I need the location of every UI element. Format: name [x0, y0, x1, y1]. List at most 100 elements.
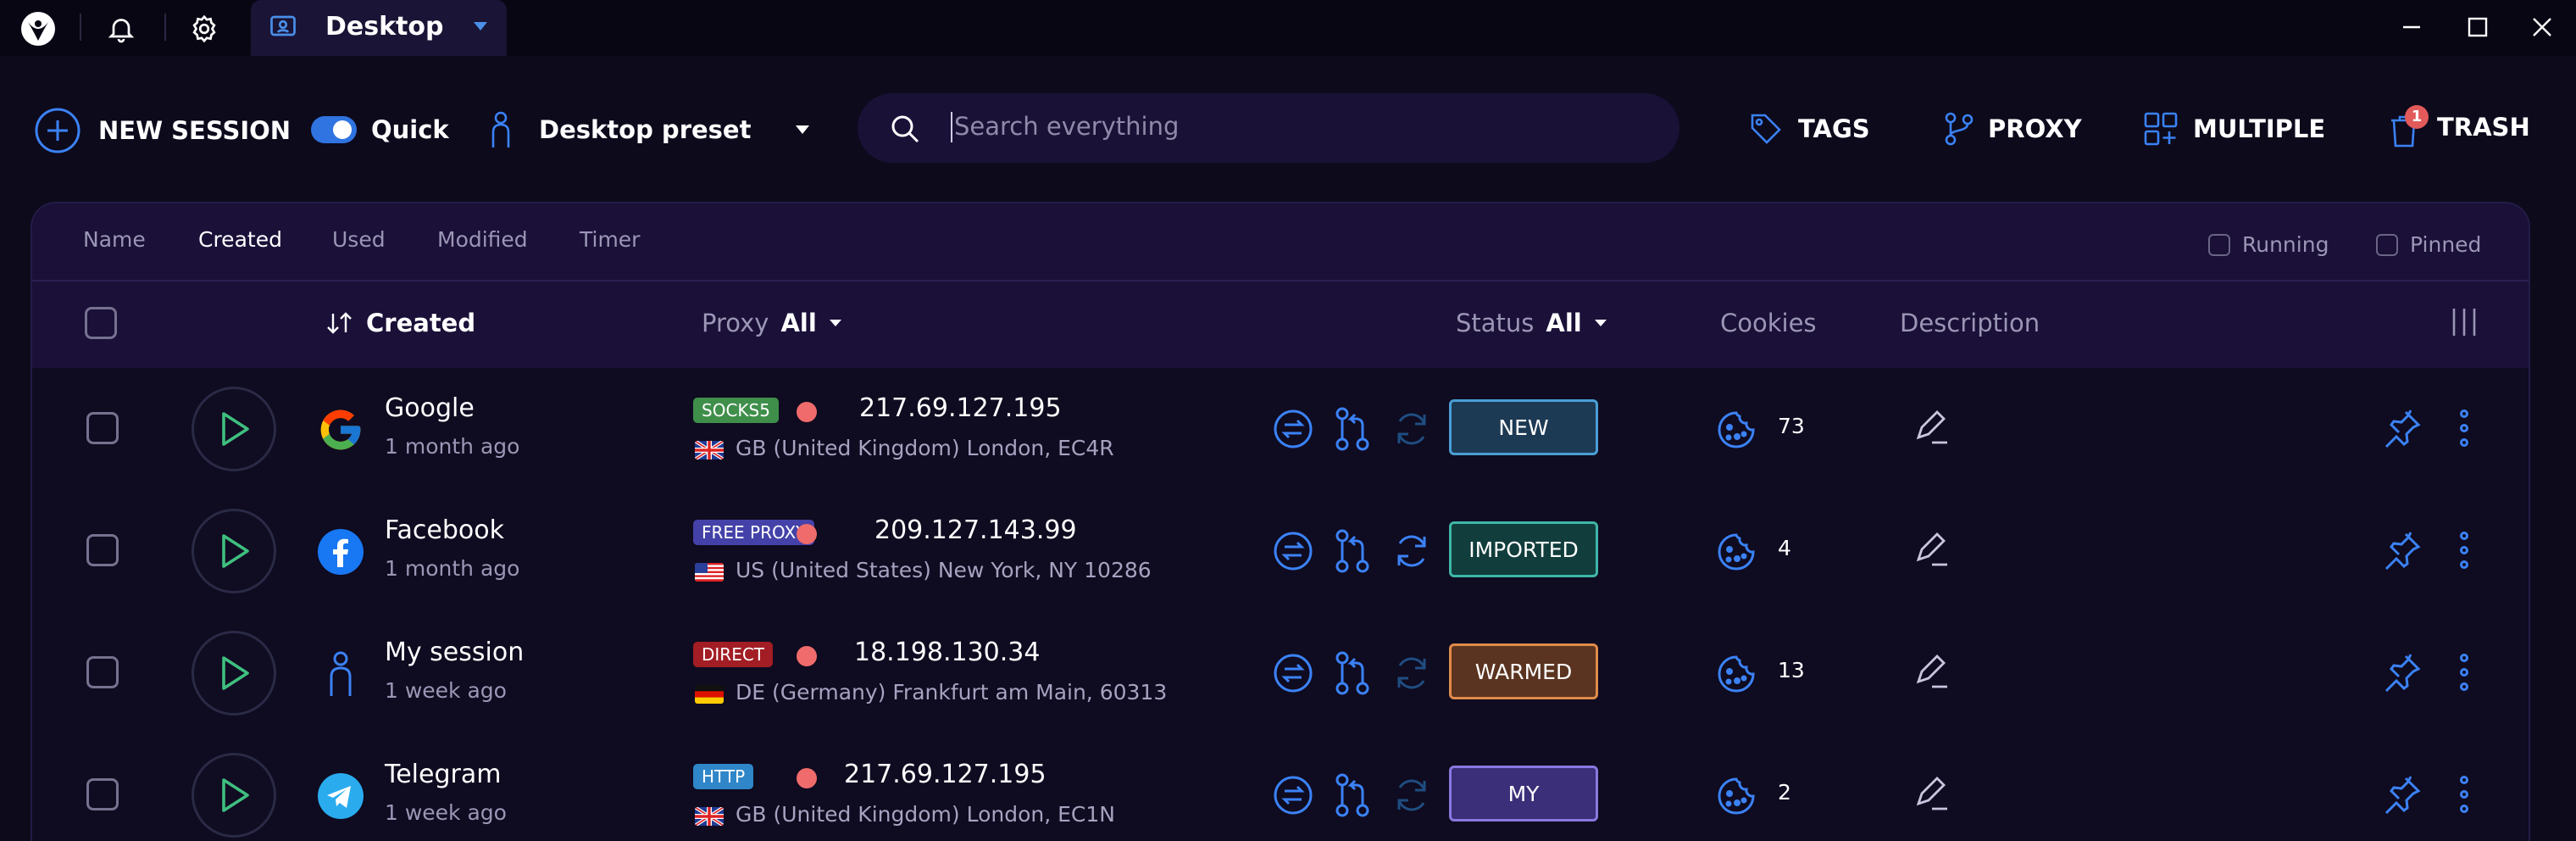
maximize-icon[interactable]: [2452, 7, 2503, 47]
cookie-count: 73: [1778, 414, 1805, 438]
status-badge[interactable]: IMPORTED: [1449, 521, 1598, 577]
row-checkbox[interactable]: [86, 778, 119, 810]
row-checkbox[interactable]: [86, 656, 119, 688]
search-input[interactable]: Search everything: [954, 112, 1179, 141]
pinned-checkbox[interactable]: [2376, 233, 2398, 256]
status-badge[interactable]: NEW: [1449, 399, 1598, 455]
refresh-icon[interactable]: [1388, 405, 1435, 453]
more-options-icon[interactable]: [2457, 653, 2471, 692]
gear-icon[interactable]: [183, 8, 225, 50]
swap-proxy-icon[interactable]: [1269, 527, 1317, 575]
refresh-icon[interactable]: [1388, 527, 1435, 575]
toggle-switch[interactable]: [310, 115, 358, 144]
status-column-header[interactable]: Status All: [1456, 309, 1607, 337]
google-logo-icon: [317, 406, 364, 454]
proxy-branch-icon[interactable]: [1329, 771, 1376, 819]
proxy-ip[interactable]: 209.127.143.99: [874, 515, 1077, 545]
table-row[interactable]: Facebook 1 month ago FREE PROXY 209.127.…: [32, 490, 2529, 612]
bell-icon[interactable]: [100, 8, 142, 50]
search-bar[interactable]: Search everything: [858, 93, 1679, 163]
sort-name[interactable]: Name: [83, 227, 146, 252]
play-button[interactable]: [192, 387, 276, 471]
created-column-header[interactable]: Created: [325, 309, 475, 337]
session-name[interactable]: My session: [385, 638, 524, 667]
quick-toggle[interactable]: Quick: [310, 115, 449, 144]
edit-description-icon[interactable]: [1913, 653, 1951, 690]
play-button[interactable]: [192, 753, 276, 838]
cookie-count: 13: [1778, 658, 1805, 682]
multiple-label: MULTIPLE: [2193, 114, 2326, 143]
status-filter-value[interactable]: All: [1546, 309, 1581, 337]
sort-created[interactable]: Created: [198, 227, 282, 252]
proxy-branch-icon[interactable]: [1329, 527, 1376, 575]
tags-button[interactable]: TAGS: [1749, 112, 1870, 146]
tab-title: Desktop: [325, 12, 444, 42]
table-header: Created Proxy All Status All Cookies Des…: [32, 281, 2529, 368]
row-checkbox[interactable]: [86, 534, 119, 566]
proxy-branch-icon[interactable]: [1329, 649, 1376, 697]
columns-icon[interactable]: [2449, 305, 2479, 339]
preset-selector[interactable]: Desktop preset: [488, 110, 810, 149]
edit-description-icon[interactable]: [1913, 775, 1951, 812]
preset-label: Desktop preset: [539, 115, 752, 144]
cookie-icon: [1717, 532, 1756, 571]
new-session-button[interactable]: NEW SESSION: [34, 107, 291, 154]
status-badge[interactable]: WARMED: [1449, 643, 1598, 699]
edit-description-icon[interactable]: [1913, 531, 1951, 568]
chevron-down-icon[interactable]: [829, 318, 842, 328]
refresh-icon[interactable]: [1388, 649, 1435, 697]
sort-used[interactable]: Used: [332, 227, 386, 252]
multiple-button[interactable]: MULTIPLE: [2144, 112, 2325, 146]
session-name[interactable]: Facebook: [385, 515, 504, 545]
proxy-ip[interactable]: 217.69.127.195: [844, 760, 1046, 789]
more-options-icon[interactable]: [2457, 409, 2471, 448]
refresh-icon[interactable]: [1388, 771, 1435, 819]
sort-modified[interactable]: Modified: [437, 227, 528, 252]
chevron-down-icon[interactable]: [473, 20, 488, 32]
trash-button[interactable]: 1 TRASH: [2390, 105, 2530, 148]
proxy-header-label: Proxy: [702, 309, 769, 337]
select-all-checkbox[interactable]: [85, 307, 117, 339]
running-checkbox[interactable]: [2208, 233, 2230, 256]
swap-proxy-icon[interactable]: [1269, 405, 1317, 453]
play-button[interactable]: [192, 509, 276, 593]
close-icon[interactable]: [2517, 7, 2568, 47]
proxy-ip[interactable]: 18.198.130.34: [854, 638, 1040, 667]
table-row[interactable]: My session 1 week ago DIRECT 18.198.130.…: [32, 612, 2529, 734]
swap-proxy-icon[interactable]: [1269, 649, 1317, 697]
pinned-filter[interactable]: Pinned: [2376, 232, 2481, 257]
swap-proxy-icon[interactable]: [1269, 771, 1317, 819]
proxy-ip[interactable]: 217.69.127.195: [859, 393, 1062, 423]
session-name[interactable]: Google: [385, 393, 475, 423]
table-row[interactable]: Telegram 1 week ago HTTP 217.69.127.195 …: [32, 734, 2529, 841]
proxy-location: DE (Germany) Frankfurt am Main, 60313: [736, 680, 1168, 705]
session-name[interactable]: Telegram: [385, 760, 501, 789]
status-badge[interactable]: MY: [1449, 766, 1598, 822]
proxy-button[interactable]: PROXY: [1944, 112, 2082, 146]
proxy-column-header[interactable]: Proxy All: [702, 309, 842, 337]
app-logo-icon[interactable]: [17, 8, 59, 50]
chevron-down-icon[interactable]: [795, 124, 810, 136]
sort-arrows-icon: [325, 310, 354, 336]
row-checkbox[interactable]: [86, 412, 119, 444]
grid-plus-icon: [2144, 112, 2178, 146]
table-row[interactable]: Google 1 month ago SOCKS5 217.69.127.195…: [32, 368, 2529, 490]
more-options-icon[interactable]: [2457, 775, 2471, 814]
tab-desktop[interactable]: Desktop: [251, 0, 507, 56]
pin-icon[interactable]: [2383, 653, 2422, 692]
proxy-branch-icon[interactable]: [1329, 405, 1376, 453]
minimize-icon[interactable]: [2386, 7, 2437, 47]
proxy-status-dot: [797, 768, 817, 788]
proxy-filter-value[interactable]: All: [780, 309, 816, 337]
pin-icon[interactable]: [2383, 775, 2422, 814]
play-button[interactable]: [192, 631, 276, 716]
edit-description-icon[interactable]: [1913, 409, 1951, 446]
pin-icon[interactable]: [2383, 409, 2422, 448]
cookie-count: 4: [1778, 536, 1791, 560]
chevron-down-icon[interactable]: [1594, 318, 1607, 328]
sort-timer[interactable]: Timer: [580, 227, 640, 252]
more-options-icon[interactable]: [2457, 531, 2471, 570]
running-filter[interactable]: Running: [2208, 232, 2329, 257]
sort-bar: Name Created Used Modified Timer Running…: [32, 203, 2529, 281]
pin-icon[interactable]: [2383, 531, 2422, 570]
